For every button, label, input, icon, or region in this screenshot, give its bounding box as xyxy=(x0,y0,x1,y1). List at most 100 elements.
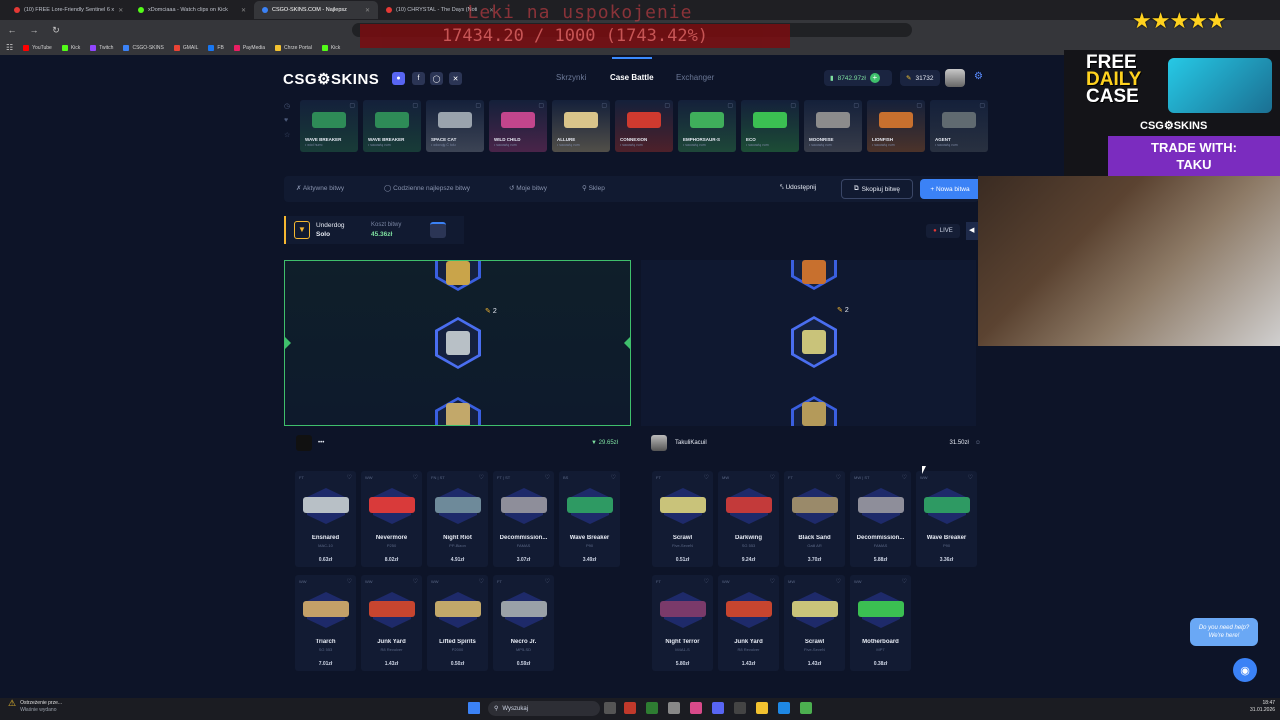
favorite-icon[interactable]: ♡ xyxy=(611,474,616,481)
close-tab-icon[interactable]: ✕ xyxy=(118,7,123,14)
favorite-icon[interactable]: ♡ xyxy=(770,474,775,481)
favorite-icon[interactable]: ♡ xyxy=(479,474,484,481)
streaming-app-icon[interactable] xyxy=(690,702,702,714)
item-card[interactable]: WW ♡ Lifted Spirits P2000 0.50zł xyxy=(427,575,488,671)
nav-exchanger[interactable]: Exchanger xyxy=(676,73,714,82)
favorite-icon[interactable]: ♡ xyxy=(479,578,484,585)
browser-tab[interactable]: (10) FREE Lore-Friendly Sentinel 6 x ✕ xyxy=(6,1,130,19)
favorite-icon[interactable]: ♡ xyxy=(836,578,841,585)
taskbar-clock[interactable]: 18:47 31.01.2026 xyxy=(1250,700,1275,714)
brave-icon[interactable] xyxy=(624,702,636,714)
bookmark-item[interactable]: GMAIL xyxy=(173,44,198,51)
live-drop-card[interactable]: AGENT • sauuwią vum ▢ xyxy=(930,100,988,152)
favorite-icon[interactable]: ♡ xyxy=(902,474,907,481)
windows-start-icon[interactable] xyxy=(468,702,480,714)
item-card[interactable]: WW ♡ Wave Breaker P90 3.36zł xyxy=(916,471,977,567)
item-card[interactable]: WW ♡ Nevermore P250 8.02zł xyxy=(361,471,422,567)
item-card[interactable]: MW | ST ♡ Decommission... FAMAS 5.88zł xyxy=(850,471,911,567)
obs-icon[interactable] xyxy=(668,702,680,714)
item-card[interactable]: FT ♡ Scrawl Five-SeveN 0.51zł xyxy=(652,471,713,567)
nav-cases[interactable]: Skrzynki xyxy=(556,73,586,82)
item-card[interactable]: FN | ST ♡ Night Riot PP-Bizon 4.91zł xyxy=(427,471,488,567)
bookmark-item[interactable]: YouTube xyxy=(23,44,52,51)
browser-tab[interactable]: xDomciaaa - Watch clips on Kick ✕ xyxy=(130,1,254,19)
live-drop-card[interactable]: MOONRISE • sauuwią vum ▢ xyxy=(804,100,862,152)
favorite-icon[interactable]: ♡ xyxy=(902,578,907,585)
live-drop-card[interactable]: EMPHORSAUR-S • sauuwią vum ▢ xyxy=(678,100,736,152)
x-icon[interactable]: ✕ xyxy=(449,72,462,85)
app-icon[interactable] xyxy=(800,702,812,714)
favorite-icon[interactable]: ♡ xyxy=(968,474,973,481)
favorite-icon[interactable]: ♡ xyxy=(545,474,550,481)
subnav-shop[interactable]: ⚲ Sklep xyxy=(582,184,605,192)
subnav-my-battles[interactable]: ↺ Moje bitwy xyxy=(509,184,547,192)
nav-case-battle[interactable]: Case Battle xyxy=(610,73,654,82)
instagram-icon[interactable]: ◯ xyxy=(430,72,443,85)
item-card[interactable]: MW ♡ Darkwing SG 553 9.24zł xyxy=(718,471,779,567)
subnav-daily-best[interactable]: ◯ Codzienne najlepsze bitwy xyxy=(384,184,470,192)
item-card[interactable]: WW ♡ Junk Yard R8 Revolver 1.43zł xyxy=(361,575,422,671)
new-battle-button[interactable]: + Nowa bitwa xyxy=(920,179,980,199)
favorite-icon[interactable]: ♡ xyxy=(836,474,841,481)
app-icon[interactable] xyxy=(734,702,746,714)
apps-grid-icon[interactable]: ☷ xyxy=(6,43,13,52)
discord-taskbar-icon[interactable] xyxy=(712,702,724,714)
favorite-icon[interactable]: ♡ xyxy=(704,474,709,481)
favorite-icon[interactable]: ♡ xyxy=(413,474,418,481)
terminal-icon[interactable] xyxy=(646,702,658,714)
folder-icon[interactable] xyxy=(756,702,768,714)
help-bubble[interactable]: Do you need help? We're here! xyxy=(1190,618,1258,646)
favorite-icon[interactable]: ♡ xyxy=(413,578,418,585)
avatar[interactable] xyxy=(296,435,312,451)
vscode-icon[interactable] xyxy=(778,702,790,714)
favorite-icon[interactable]: ♡ xyxy=(347,474,352,481)
weather-warning[interactable]: ⚠ Ostrzeżenie prze... Właśnie wydano xyxy=(8,699,62,714)
live-drop-card[interactable]: WAVE BREAKER • sauuwią vum ▢ xyxy=(363,100,421,152)
bookmark-item[interactable]: PayMedia xyxy=(233,44,265,51)
item-card[interactable]: FT ♡ Night Terror M4A1-S 5.80zł xyxy=(652,575,713,671)
live-drop-card[interactable]: ALLURE • sauuwią vum ▢ xyxy=(552,100,610,152)
task-view-icon[interactable] xyxy=(604,702,616,714)
favorite-icon[interactable]: ♡ xyxy=(704,578,709,585)
item-card[interactable]: WW ♡ Junk Yard R8 Revolver 1.43zł xyxy=(718,575,779,671)
item-card[interactable]: FT ♡ Ensnared MAC-10 0.63zł xyxy=(295,471,356,567)
live-drop-card[interactable]: WAVE BREAKER • wód hum• ▢ xyxy=(300,100,358,152)
item-card[interactable]: FT | ST ♡ Decommission... FAMAS 3.07zł xyxy=(493,471,554,567)
discord-icon[interactable]: ● xyxy=(392,72,405,85)
item-card[interactable]: MW ♡ Scrawl Five-SeveN 1.43zł xyxy=(784,575,845,671)
case-thumbnail[interactable] xyxy=(430,222,446,238)
favorite-icon[interactable]: ♡ xyxy=(347,578,352,585)
bookmark-item[interactable]: Kick xyxy=(61,44,80,51)
back-icon[interactable]: ← xyxy=(6,25,18,35)
chat-icon[interactable]: ◉ xyxy=(1233,658,1257,682)
gear-icon[interactable]: ⚙ xyxy=(974,71,988,85)
emoji-icon[interactable]: ☺ xyxy=(975,440,981,446)
bookmark-item[interactable]: Twitch xyxy=(90,44,113,51)
live-drop-card[interactable]: SPACE CAT • odovuję Ć tulu ▢ xyxy=(426,100,484,152)
item-card[interactable]: WW ♡ Triarch SG 553 7.01zł xyxy=(295,575,356,671)
bookmark-item[interactable]: CSGO-SKINS xyxy=(123,44,164,51)
avatar[interactable] xyxy=(651,435,667,451)
collapse-arrow-icon[interactable]: ◀ xyxy=(966,222,978,240)
subnav-active-battles[interactable]: ✗ Aktywne bitwy xyxy=(296,184,344,192)
item-card[interactable]: WW ♡ Motherboard MP7 0.38zł xyxy=(850,575,911,671)
balance-pill[interactable]: ▮ 8742.97zł + xyxy=(824,70,892,86)
reload-icon[interactable]: ↻ xyxy=(50,25,62,36)
bookmark-item[interactable]: Kick xyxy=(321,44,340,51)
live-drop-card[interactable]: LIONFISH • sauuwią vum ▢ xyxy=(867,100,925,152)
taskbar-search[interactable]: ⚲ Wyszukaj xyxy=(488,701,600,716)
user-avatar[interactable] xyxy=(945,69,965,87)
live-drop-card[interactable]: CONNEXION • sauuwią vum ▢ xyxy=(615,100,673,152)
live-drop-card[interactable]: WILD CHILD • sauuwią vum ▢ xyxy=(489,100,547,152)
item-card[interactable]: BS ♡ Wave Breaker P90 3.49zł xyxy=(559,471,620,567)
facebook-icon[interactable]: f xyxy=(412,72,425,85)
add-funds-icon[interactable]: + xyxy=(869,73,880,83)
copy-battle-button[interactable]: ⧉ Skopiuj bitwę xyxy=(841,179,913,199)
share-button[interactable]: ⤣ Udostępnij xyxy=(780,184,816,192)
close-tab-icon[interactable]: ✕ xyxy=(241,7,246,14)
browser-tab[interactable]: CSGO-SKINS.COM - Najlepsz ✕ xyxy=(254,1,378,19)
forward-icon[interactable]: → xyxy=(28,25,40,35)
site-logo[interactable]: CSG⚙SKINS xyxy=(283,70,379,88)
favorite-icon[interactable]: ♡ xyxy=(770,578,775,585)
points-pill[interactable]: ✎ 31732 xyxy=(900,70,940,86)
